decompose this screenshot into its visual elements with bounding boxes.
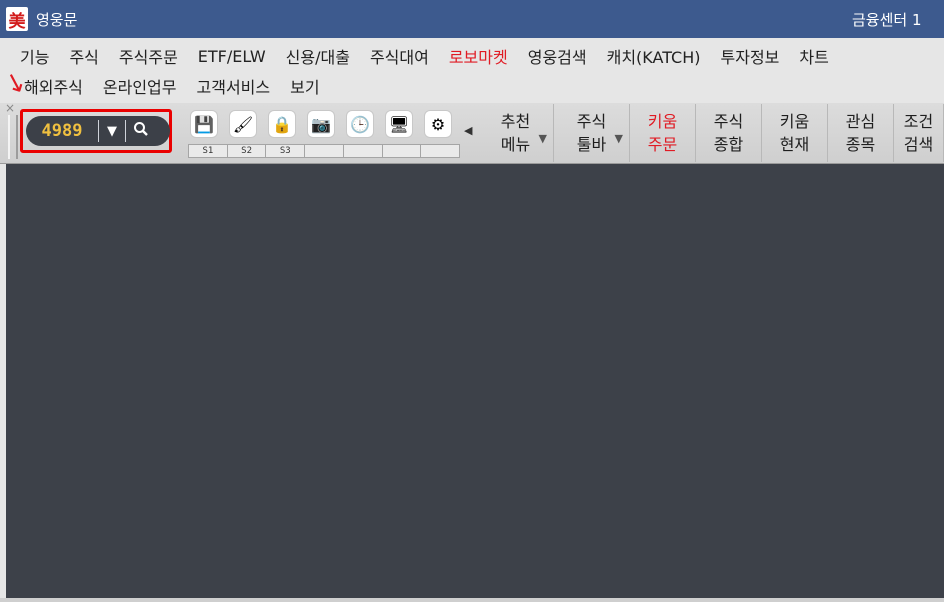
menu-item-row1-1[interactable]: 주식 [59,44,108,68]
main-workspace[interactable] [6,164,944,598]
menu-item-row2-2[interactable]: 고객서비스 [187,74,281,98]
menu-item-row1-0[interactable]: 기능 [10,44,59,68]
toolbar-button-label: 현재 [779,135,810,154]
app-title: 영웅문 [36,11,78,29]
toolbar-button-label: 주문 [647,135,678,154]
menu-item-row2-3[interactable]: 보기 [280,74,329,98]
toolbar-button-label: 키움 [779,112,810,131]
toolbar-button-2[interactable]: 주식툴바 ▼ [554,104,630,162]
menu-item-row1-10[interactable]: 차트 [789,44,838,68]
menu-bar: 기능 주식 주식주문 ETF/ELW 신용/대출 주식대여 로보마켓 영웅검색 캐치(KATCH… [0,38,944,103]
toolbar-button-1[interactable]: 추천메뉴 ▼ [478,104,554,162]
menu-item-row1-7[interactable]: 영웅검색 [518,44,597,68]
menu-item-row2-1[interactable]: 온라인업무 [93,74,187,98]
camera-icon[interactable]: 📷 [307,110,335,138]
screen-slots: S1 S2 S3 [188,144,460,158]
toolbar-button-label: 주식 [713,112,744,131]
toolbar-button-5[interactable]: 키움현재 [762,104,828,162]
scroll-left-icon[interactable]: ◀ [464,124,472,137]
lock-icon[interactable]: 🔒 [268,110,296,138]
menu-item-row1-5[interactable]: 주식대여 [360,44,439,68]
monitor-icon[interactable]: 🖥 [385,110,413,138]
toolbar-button-4[interactable]: 주식종합 [696,104,762,162]
toolbar-button-label: 종목 [845,135,876,154]
chevron-down-icon[interactable]: ▼ [99,124,125,139]
screen-slot-3[interactable]: S3 [266,145,306,157]
menu-item-row1-8[interactable]: 캐치(KATCH) [597,44,711,68]
screen-slot-5[interactable] [344,145,383,157]
app-logo-icon: 美 [6,7,28,32]
screen-slot-6[interactable] [383,145,422,157]
toolbar-button-label: 관심 [845,112,876,131]
toolbar-button-label: 메뉴 [500,135,531,154]
menu-item-row1-9[interactable]: 투자정보 [711,44,790,68]
status-strip [0,598,944,602]
toolbar-button-label: 종합 [713,135,744,154]
screen-slot-4[interactable] [305,145,344,157]
toolbar-button-3[interactable]: 키움주문 [630,104,696,162]
screen-slot-7[interactable] [421,145,459,157]
stock-code-input[interactable]: 4989 [26,121,98,141]
menu-item-row1-4[interactable]: 신용/대출 [276,44,360,68]
stock-selector[interactable]: 4989 ▼ [26,116,170,146]
toolbar-button-label: 키움 [647,112,678,131]
toolbar-button-6[interactable]: 관심종목 [828,104,894,162]
screen-slot-1[interactable]: S1 [189,145,228,157]
toolbar-grip[interactable] [8,115,18,159]
screen-slot-2[interactable]: S2 [228,145,267,157]
menu-row-2: 해외주식 온라인업무 고객서비스 보기 [14,72,330,100]
toolbar-button-7[interactable]: 조건검색 [894,104,944,162]
toolbar-button-label: 주식 [576,112,607,131]
search-icon[interactable] [126,121,156,141]
menu-row-1: 기능 주식 주식주문 ETF/ELW 신용/대출 주식대여 로보마켓 영웅검색 캐치(KATCH… [10,42,839,70]
finance-center-label[interactable]: 금융센터 1 [852,9,922,30]
chevron-down-icon[interactable]: ▼ [539,127,547,150]
brush-icon[interactable]: 🖌 [229,110,257,138]
menu-item-row1-6[interactable]: 로보마켓 [439,44,518,68]
clock-icon[interactable]: 🕒 [346,110,374,138]
toolbar-button-label: 조건 [903,112,934,131]
gear-icon[interactable]: ⚙ [424,110,452,138]
menu-item-row1-3[interactable]: ETF/ELW [188,47,276,66]
chevron-down-icon[interactable]: ▼ [615,127,623,150]
toolbar-button-label: 추천 [500,112,531,131]
title-bar: 美 영웅문 금융센터 1 [0,0,944,38]
toolbar-button-label: 검색 [903,135,934,154]
menu-item-row1-2[interactable]: 주식주문 [109,44,188,68]
save-icon[interactable]: 💾 [190,110,218,138]
toolbar-button-label: 툴바 [576,135,607,154]
